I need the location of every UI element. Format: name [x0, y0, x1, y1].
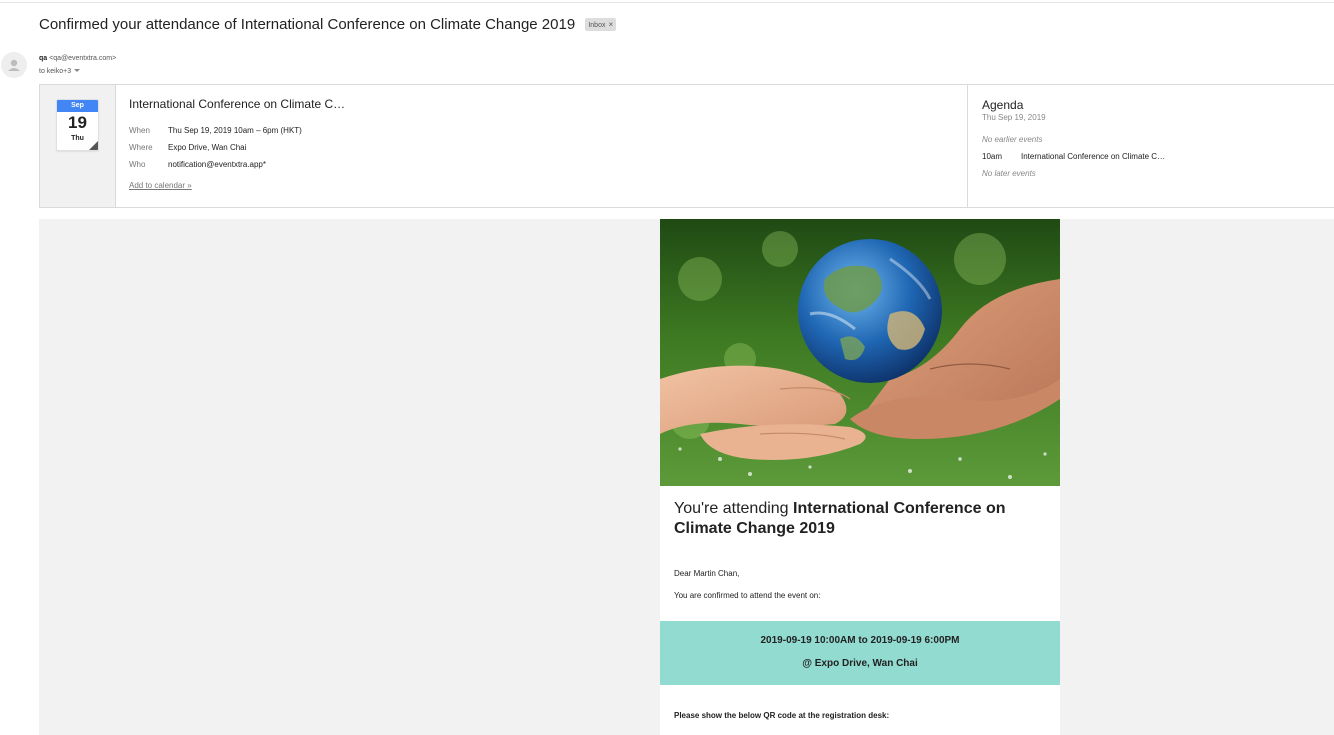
greeting-text: Dear Martin Chan, — [674, 569, 740, 578]
calendar-day: 19 — [68, 113, 87, 132]
when-value: Thu Sep 19, 2019 10am – 6pm (HKT) — [168, 126, 302, 135]
event-datetime-box: 2019-09-19 10:00AM to 2019-09-19 6:00PM … — [660, 621, 1060, 685]
confirmation-text: You are confirmed to attend the event on… — [674, 591, 821, 600]
inbox-label-badge[interactable]: Inbox × — [585, 18, 617, 31]
event-when-row: When Thu Sep 19, 2019 10am – 6pm (HKT) — [129, 122, 959, 139]
event-datetime: 2019-09-19 10:00AM to 2019-09-19 6:00PM — [760, 635, 960, 646]
agenda-event-time: 10am — [982, 152, 1003, 161]
agenda-date: Thu Sep 19, 2019 — [982, 113, 1046, 122]
remove-label-icon[interactable]: × — [608, 20, 613, 29]
calendar-icon-column: Sep 19 Thu — [40, 85, 116, 207]
add-to-calendar-link[interactable]: Add to calendar » — [129, 181, 959, 190]
person-icon — [8, 59, 20, 71]
agenda-event-title: International Conference on Climate C… — [1021, 152, 1166, 161]
top-divider — [0, 2, 1334, 3]
headline-prefix: You're attending — [674, 500, 794, 517]
qr-instruction: Please show the below QR code at the reg… — [674, 711, 890, 720]
event-who-row: Who notification@eventxtra.app* — [129, 156, 959, 173]
hands-holding-earth-image — [660, 219, 1060, 486]
agenda-no-earlier: No earlier events — [982, 135, 1043, 144]
event-details: International Conference on Climate C… W… — [129, 97, 959, 190]
agenda-title: Agenda — [982, 98, 1024, 112]
event-title[interactable]: International Conference on Climate C… — [129, 97, 959, 111]
where-value[interactable]: Expo Drive, Wan Chai — [168, 143, 246, 152]
agenda-event-row[interactable]: 10am International Conference on Climate … — [982, 148, 1334, 165]
recipients-line[interactable]: to keiko+3 — [39, 68, 81, 75]
email-subject: Confirmed your attendance of Internation… — [39, 16, 617, 33]
calendar-date-icon: Sep 19 Thu — [56, 99, 99, 151]
calendar-month: Sep — [57, 100, 98, 112]
calendar-invite-card: Sep 19 Thu International Conference on C… — [39, 84, 1334, 208]
attending-headline: You're attending International Conferenc… — [660, 486, 1060, 539]
chevron-down-icon[interactable] — [74, 69, 81, 72]
event-location: @ Expo Drive, Wan Chai — [802, 658, 918, 669]
sender-name[interactable]: qa — [39, 55, 47, 62]
when-label: When — [129, 126, 150, 135]
agenda-no-later: No later events — [982, 169, 1036, 178]
subject-text: Confirmed your attendance of Internation… — [39, 16, 576, 33]
recipients-text: to keiko+3 — [39, 68, 72, 75]
inbox-label-text: Inbox — [588, 22, 606, 29]
hero-image — [660, 219, 1060, 486]
agenda-panel: Agenda Thu Sep 19, 2019 No earlier event… — [967, 85, 1334, 207]
sender-email: <qa@eventxtra.com> — [49, 55, 117, 62]
where-label: Where — [129, 143, 153, 152]
who-label: Who — [129, 160, 146, 169]
page-fold-icon — [89, 141, 98, 150]
who-value: notification@eventxtra.app* — [168, 160, 266, 169]
sender-line: qa <qa@eventxtra.com> — [39, 55, 116, 62]
event-where-row: Where Expo Drive, Wan Chai — [129, 139, 959, 156]
sender-avatar — [1, 52, 27, 78]
email-message-card: You're attending International Conferenc… — [660, 219, 1060, 735]
